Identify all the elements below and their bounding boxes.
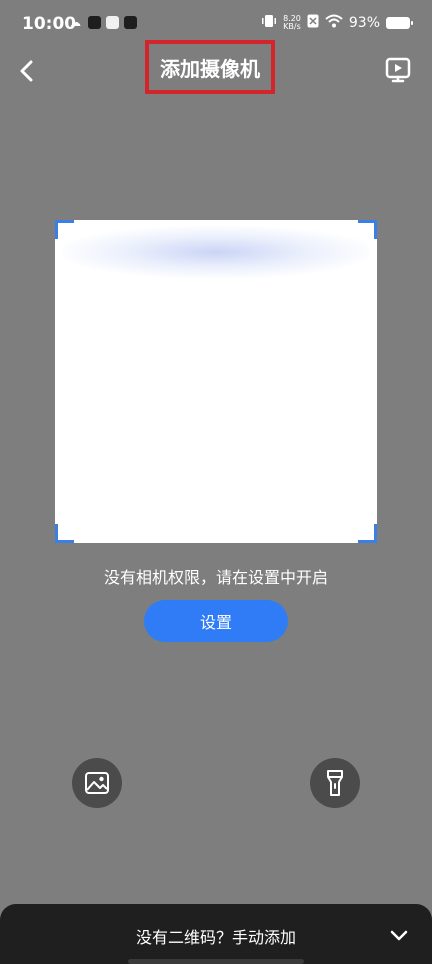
sim-icon — [307, 14, 319, 32]
scan-corner — [55, 220, 74, 239]
home-indicator — [128, 959, 304, 964]
box-icon — [124, 16, 137, 29]
page-title: 添加摄像机 — [160, 56, 260, 81]
vibrate-icon — [261, 14, 277, 32]
wifi-icon — [325, 14, 343, 32]
back-button[interactable] — [12, 56, 44, 88]
notification-icons: ☁ — [70, 16, 137, 29]
scan-corner — [358, 524, 377, 543]
battery-percent: 93% — [348, 15, 380, 31]
back-icon — [20, 60, 33, 82]
camera-permission-message: 没有相机权限，请在设置中开启 — [103, 568, 328, 587]
gallery-button[interactable] — [72, 758, 122, 808]
cloud-icon: ☁ — [70, 16, 81, 29]
scan-corner — [55, 524, 74, 543]
status-time: 10:00 — [22, 14, 77, 34]
net-speed-unit: KB/s — [283, 22, 301, 31]
flashlight-icon — [327, 770, 343, 796]
title-highlight-box: 添加摄像机 — [145, 40, 275, 94]
settings-button[interactable]: 设置 — [144, 600, 288, 642]
flashlight-button[interactable] — [310, 758, 360, 808]
video-button[interactable] — [384, 56, 412, 84]
scan-corner — [358, 220, 377, 239]
chevron-down-icon — [390, 930, 408, 941]
manual-add-link[interactable]: 没有二维码？手动添加 — [0, 924, 432, 948]
scan-line — [63, 226, 369, 278]
status-right: 8.20 KB/s 93% — [261, 14, 413, 32]
collapse-button[interactable] — [388, 924, 410, 946]
network-speed: 8.20 KB/s — [283, 15, 301, 31]
app-icon — [106, 16, 119, 29]
bottom-sheet: 没有二维码？手动添加 — [0, 904, 432, 964]
video-icon — [385, 57, 411, 83]
mail-icon — [88, 16, 101, 29]
gallery-icon — [85, 772, 109, 794]
scan-frame — [55, 220, 377, 543]
battery-icon — [386, 17, 413, 29]
